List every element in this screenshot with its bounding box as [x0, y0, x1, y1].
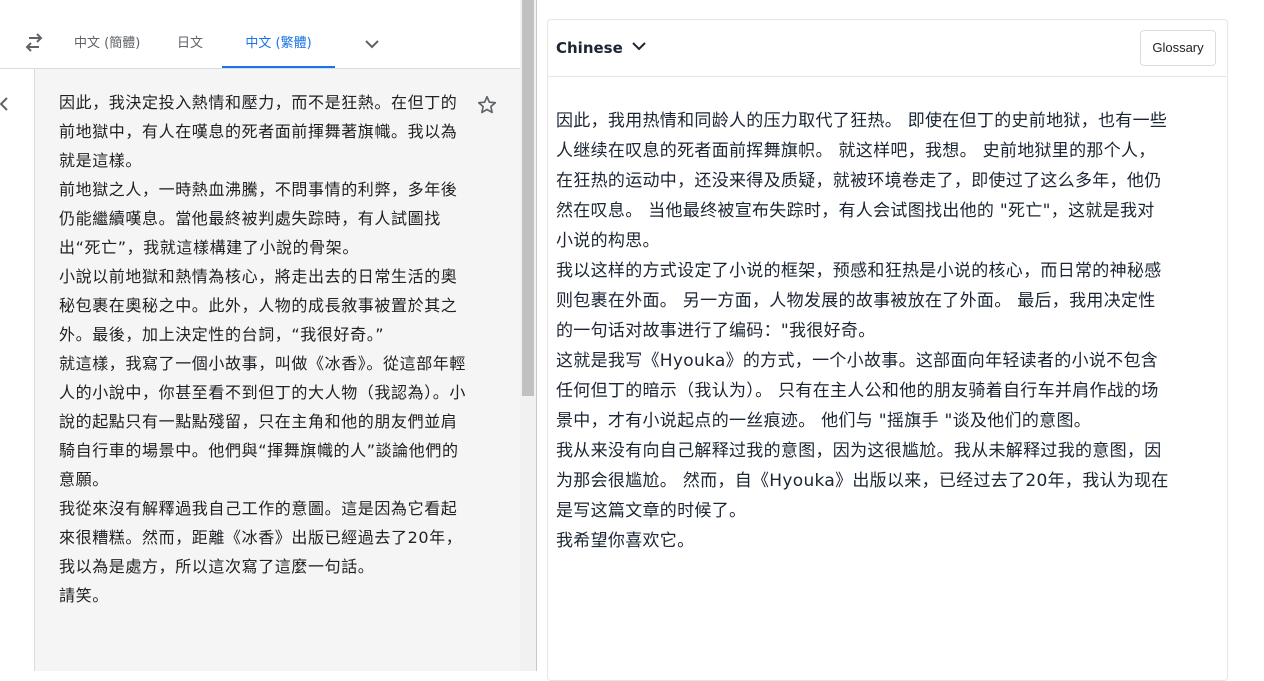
paragraph: 因此，我決定投入熱情和壓力，而不是狂熱。在但丁的前地獄中，有人在嘆息的死者面前揮…: [59, 93, 458, 170]
paragraph: 这就是我写《Hyouka》的方式，一个小故事。这部面向年轻读者的小说不包含任何但…: [556, 351, 1159, 431]
glossary-button[interactable]: Glossary: [1140, 30, 1216, 66]
paragraph: 我以这样的方式设定了小说的框架，预感和狂热是小说的核心，而日常的神秘感则包裹在外…: [556, 261, 1162, 341]
translated-text-simplified: 因此，我用热情和同龄人的压力取代了狂热。 即使在但丁的史前地狱，也有一些人继续在…: [556, 106, 1171, 556]
paragraph: 因此，我用热情和同龄人的压力取代了狂热。 即使在但丁的史前地狱，也有一些人继续在…: [556, 111, 1168, 251]
target-language-bar: 中文 (簡體) 日文 中文 (繁體): [0, 20, 520, 69]
paragraph: 請笑。: [59, 586, 109, 605]
tab-chinese-simplified[interactable]: 中文 (簡體): [74, 20, 140, 67]
paragraph: 我從來沒有解釋過我自己工作的意圖。這是因為它看起來很糟糕。然而，距離《冰香》出版…: [59, 499, 463, 576]
paragraph: 前地獄之人，一時熱血沸騰，不問事情的利弊，多年後仍能繼續嘆息。當他最終被判處失踪…: [59, 180, 458, 257]
chevron-down-icon[interactable]: [362, 34, 382, 54]
chevron-left-icon[interactable]: [0, 96, 10, 112]
tab-japanese[interactable]: 日文: [177, 20, 203, 67]
chevron-down-icon: [631, 38, 647, 58]
star-icon[interactable]: [476, 94, 498, 116]
tab-chinese-traditional[interactable]: 中文 (繁體): [222, 20, 335, 68]
paragraph: 小說以前地獄和熱情為核心，將走出去的日常生活的奧秘包裹在奧秘之中。此外，人物的成…: [59, 267, 458, 344]
swap-languages-icon[interactable]: [23, 32, 45, 54]
translated-text-traditional: 因此，我決定投入熱情和壓力，而不是狂熱。在但丁的前地獄中，有人在嘆息的死者面前揮…: [59, 88, 469, 610]
target-language-select[interactable]: Chinese: [556, 38, 647, 58]
paragraph: 我希望你喜欢它。: [556, 531, 695, 551]
target-language-label: Chinese: [556, 39, 623, 57]
paragraph: 我从来没有向自己解释过我的意图，因为这很尴尬。我从未解释过我的意图，因为那会很尴…: [556, 441, 1169, 521]
scrollbar-thumb[interactable]: [522, 0, 534, 396]
translation-card-header: [547, 19, 1226, 77]
translate-output-panel: 中文 (簡體) 日文 中文 (繁體) 因此，我決定投入熱情和壓力，而不是狂熱。在…: [0, 0, 521, 671]
paragraph: 就這樣，我寫了一個小故事，叫做《冰香》。從這部年輕人的小說中，你甚至看不到但丁的…: [59, 354, 467, 489]
